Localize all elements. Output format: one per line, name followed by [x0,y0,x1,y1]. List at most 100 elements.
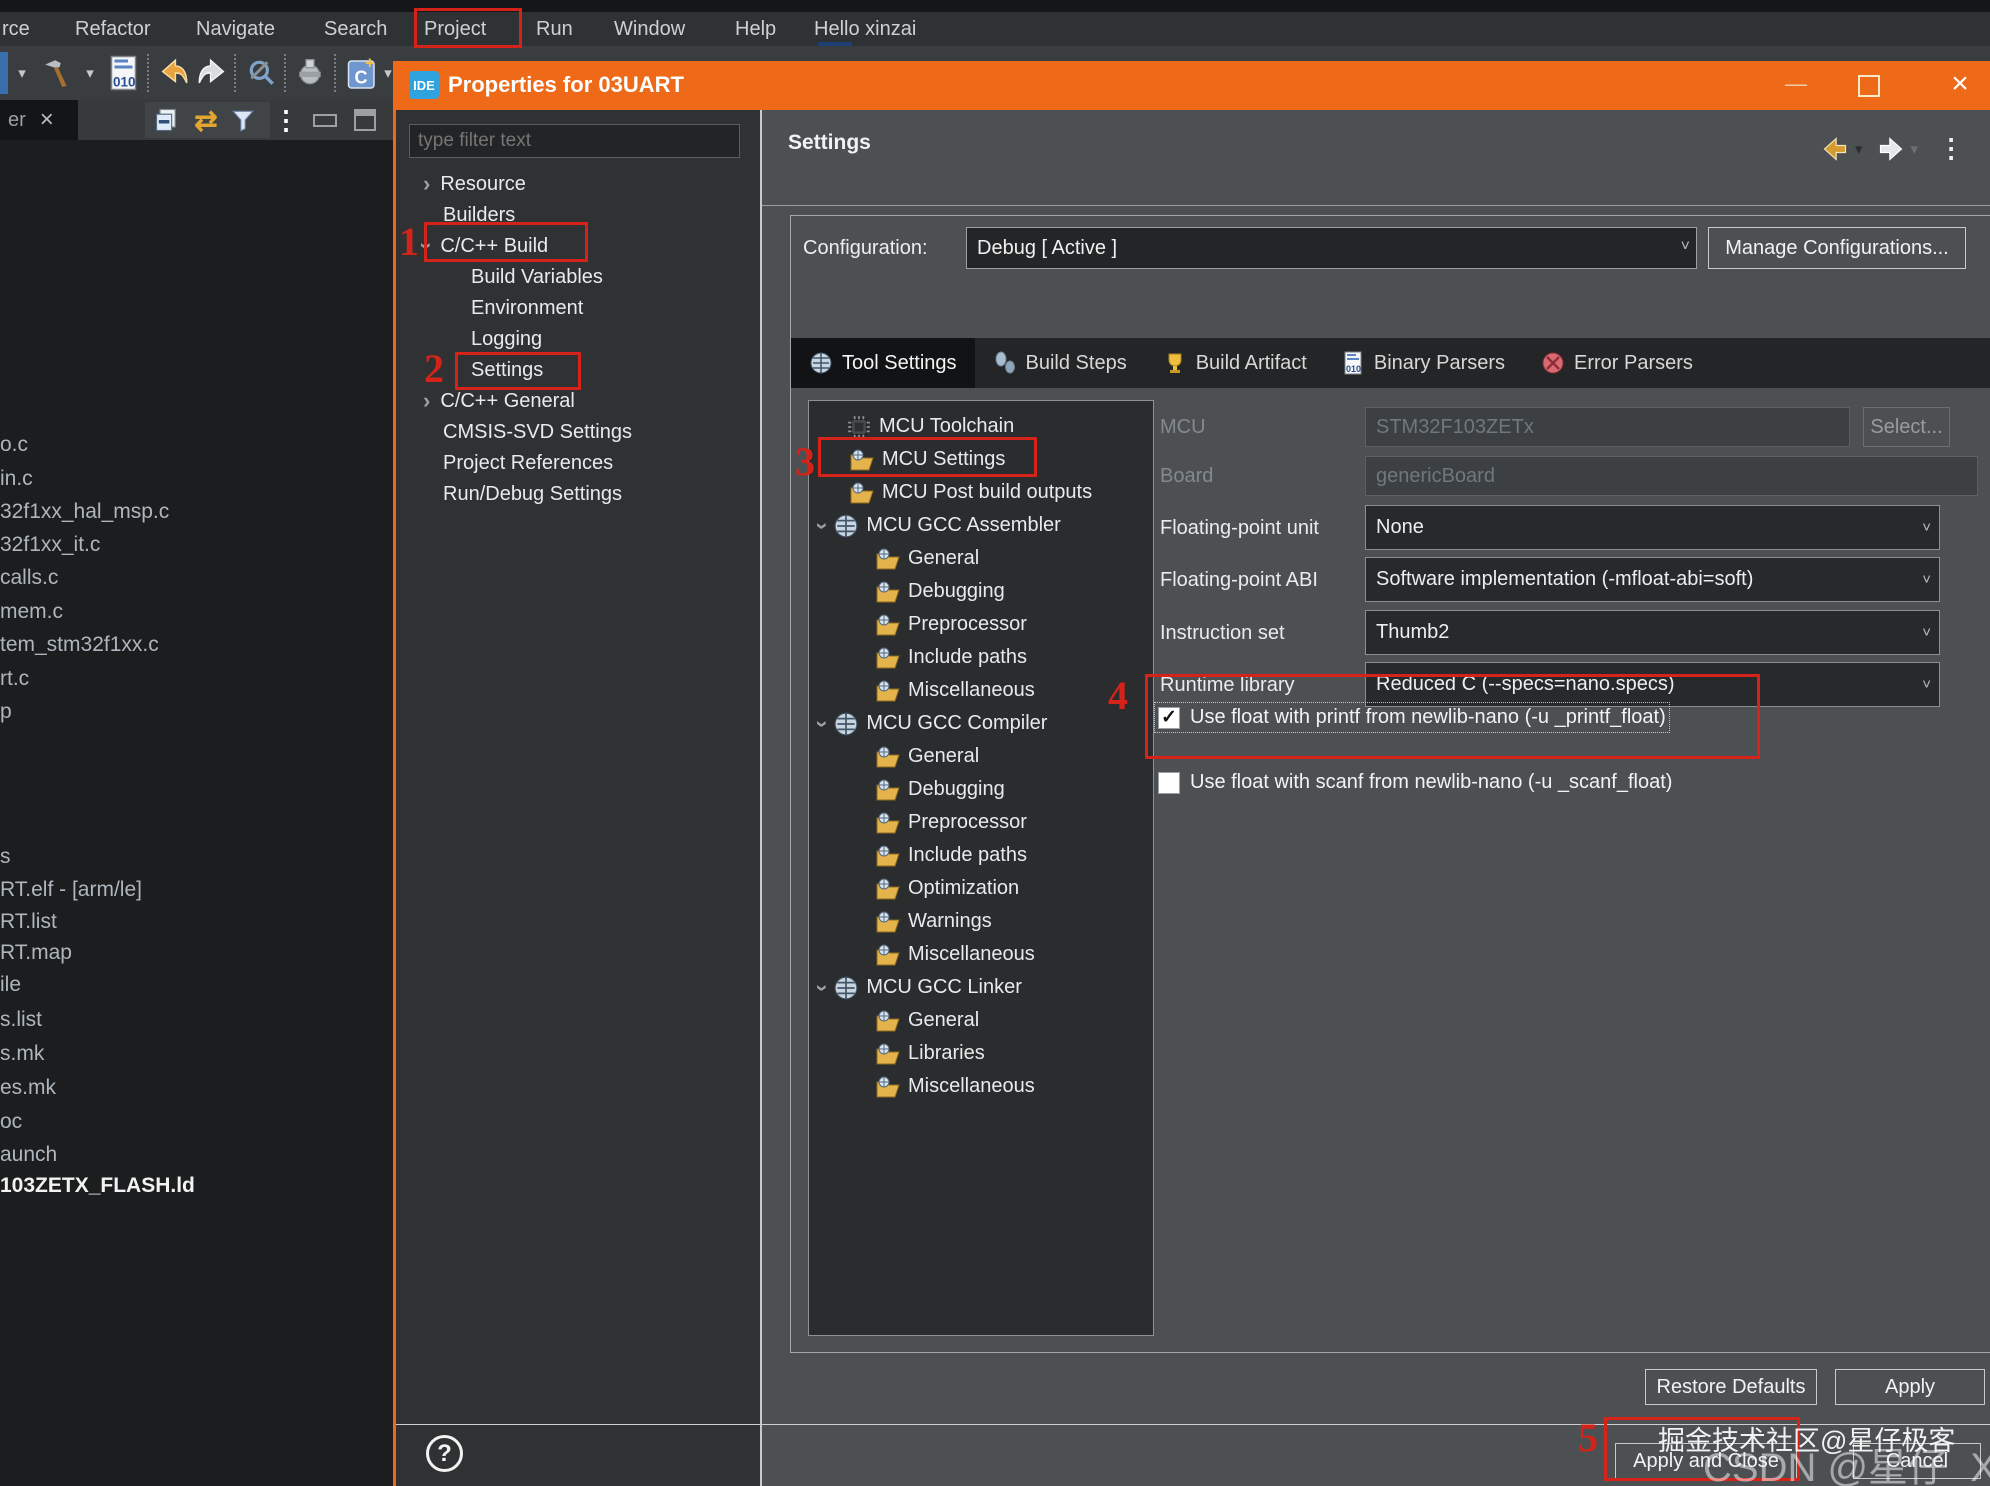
menu-item-window[interactable]: Window [614,16,685,42]
tree-item-assembler-misc[interactable]: Miscellaneous [875,674,1035,707]
menu-item-navigate[interactable]: Navigate [196,16,275,42]
file-item[interactable]: mem.c [0,600,63,624]
file-item[interactable]: RT.map [0,941,72,965]
file-item[interactable]: s.mk [0,1042,44,1066]
sidebar-item-logging[interactable]: Logging [471,324,542,354]
chevron-right-icon[interactable]: › [423,171,430,197]
sidebar-item-project-references[interactable]: Project References [443,448,613,478]
checkbox-unchecked-icon[interactable] [1158,772,1180,794]
tree-item-linker-general[interactable]: General [875,1004,979,1037]
help-button[interactable]: ? [426,1435,463,1472]
sidebar-item-environment[interactable]: Environment [471,293,583,323]
menu-item-help[interactable]: Help [735,16,776,42]
file-item[interactable]: o.c [0,433,28,457]
view-menu-kebab-icon[interactable]: ⋮ [1938,133,1964,164]
chevron-down-icon[interactable]: › [810,522,836,529]
tree-item-linker-misc[interactable]: Miscellaneous [875,1070,1035,1103]
search-disabled-icon[interactable] [244,52,280,94]
file-item[interactable]: oc [0,1110,22,1134]
tree-item-compiler-debugging[interactable]: Debugging [875,773,1005,806]
tree-item-compiler-preprocessor[interactable]: Preprocessor [875,806,1027,839]
dropdown-caret-icon[interactable]: ▾ [82,52,98,94]
filter-input[interactable] [409,124,740,158]
apply-button[interactable]: Apply [1835,1369,1985,1405]
binary-file-icon[interactable]: 010 [108,52,142,94]
collapse-all-icon[interactable] [150,104,184,136]
tab-build-steps[interactable]: Build Steps [975,338,1145,388]
file-item[interactable]: ile [0,973,21,997]
menu-item-run[interactable]: Run [536,16,573,42]
file-item-selected[interactable]: 103ZETX_FLASH.ld [0,1174,195,1198]
chevron-down-icon[interactable]: › [810,984,836,991]
explorer-tab[interactable]: er × [0,100,78,140]
redo-icon[interactable] [193,52,231,94]
menu-item-refactor[interactable]: Refactor [75,16,151,42]
forward-history-caret-icon[interactable]: ▾ [1911,140,1919,158]
dialog-title-bar[interactable]: IDE Properties for 03UART — × [396,61,1990,110]
fabi-dropdown[interactable]: Software implementation (-mfloat-abi=sof… [1365,557,1940,602]
sidebar-item-resource[interactable]: › Resource [423,169,526,199]
sidebar-item-build-variables[interactable]: Build Variables [471,262,603,292]
tree-item-mcu-gcc-assembler[interactable]: › MCU GCC Assembler [819,509,1061,542]
scanf-float-checkbox-row[interactable]: Use float with scanf from newlib-nano (-… [1158,771,1672,794]
filter-funnel-icon[interactable] [228,104,258,136]
dropdown-caret-icon[interactable]: ▾ [14,52,30,94]
select-mcu-button[interactable]: Select... [1863,407,1950,447]
tree-item-linker-libraries[interactable]: Libraries [875,1037,985,1070]
file-item[interactable]: rt.c [0,667,29,691]
file-item[interactable]: RT.elf - [arm/le] [0,878,142,902]
tab-build-artifact[interactable]: Build Artifact [1145,338,1325,388]
file-item[interactable]: p [0,700,12,724]
fpu-dropdown[interactable]: None ˅ [1365,505,1940,550]
undo-icon[interactable] [155,52,193,94]
tree-item-compiler-general[interactable]: General [875,740,979,773]
file-item[interactable]: aunch [0,1143,57,1167]
build-hammer-icon[interactable] [38,52,78,94]
view-menu-kebab-icon[interactable]: ⋮ [276,104,296,136]
sidebar-item-run-debug[interactable]: Run/Debug Settings [443,479,622,509]
minimize-view-icon[interactable] [310,104,340,136]
configuration-dropdown[interactable]: Debug [ Active ] ˅ [966,227,1697,269]
restore-defaults-button[interactable]: Restore Defaults [1645,1369,1817,1405]
menu-item-source-partial[interactable]: rce [2,16,30,42]
maximize-view-icon[interactable] [350,104,380,136]
tree-item-assembler-preprocessor[interactable]: Preprocessor [875,608,1027,641]
menu-item-hello-xinzai[interactable]: Hello xinzai [814,16,916,42]
tree-item-compiler-include-paths[interactable]: Include paths [875,839,1027,872]
file-item[interactable]: s [0,845,11,869]
tree-item-assembler-debugging[interactable]: Debugging [875,575,1005,608]
new-c-file-icon[interactable]: C+ [344,52,380,94]
file-item[interactable]: 32f1xx_it.c [0,533,100,557]
tab-tool-settings[interactable]: Tool Settings [791,338,975,388]
file-item[interactable]: calls.c [0,566,58,590]
menu-item-search[interactable]: Search [324,16,387,42]
external-tools-icon[interactable] [292,52,328,94]
tree-item-compiler-warnings[interactable]: Warnings [875,905,992,938]
instruction-set-dropdown[interactable]: Thumb2 ˅ [1365,610,1940,655]
file-item[interactable]: tem_stm32f1xx.c [0,633,159,657]
tree-item-assembler-general[interactable]: General [875,542,979,575]
tab-close-icon[interactable]: × [40,106,54,134]
tab-error-parsers[interactable]: Error Parsers [1523,338,1711,388]
file-item[interactable]: RT.list [0,910,57,934]
sidebar-item-cmsis-svd[interactable]: CMSIS-SVD Settings [443,417,632,447]
tree-item-assembler-include-paths[interactable]: Include paths [875,641,1027,674]
manage-configurations-button[interactable]: Manage Configurations... [1708,227,1966,269]
chevron-down-icon[interactable]: › [810,720,836,727]
minimize-button[interactable]: — [1776,71,1816,101]
tree-item-mcu-post-build[interactable]: MCU Post build outputs [849,476,1092,509]
tree-item-compiler-misc[interactable]: Miscellaneous [875,938,1035,971]
file-item[interactable]: s.list [0,1008,42,1032]
maximize-button[interactable] [1858,75,1880,97]
tree-item-mcu-gcc-linker[interactable]: › MCU GCC Linker [819,971,1022,1004]
tree-item-mcu-gcc-compiler[interactable]: › MCU GCC Compiler [819,707,1047,740]
tree-item-compiler-optimization[interactable]: Optimization [875,872,1019,905]
sidebar-item-cc-general[interactable]: › C/C++ General [423,386,575,416]
tab-binary-parsers[interactable]: 010 Binary Parsers [1325,338,1523,388]
back-history-caret-icon[interactable]: ▾ [1855,140,1863,158]
file-item[interactable]: es.mk [0,1076,56,1100]
link-editor-icon[interactable]: ⇄ [188,104,224,136]
forward-arrow-icon[interactable] [1877,136,1905,162]
back-arrow-icon[interactable] [1821,136,1849,162]
close-button[interactable]: × [1940,67,1980,103]
